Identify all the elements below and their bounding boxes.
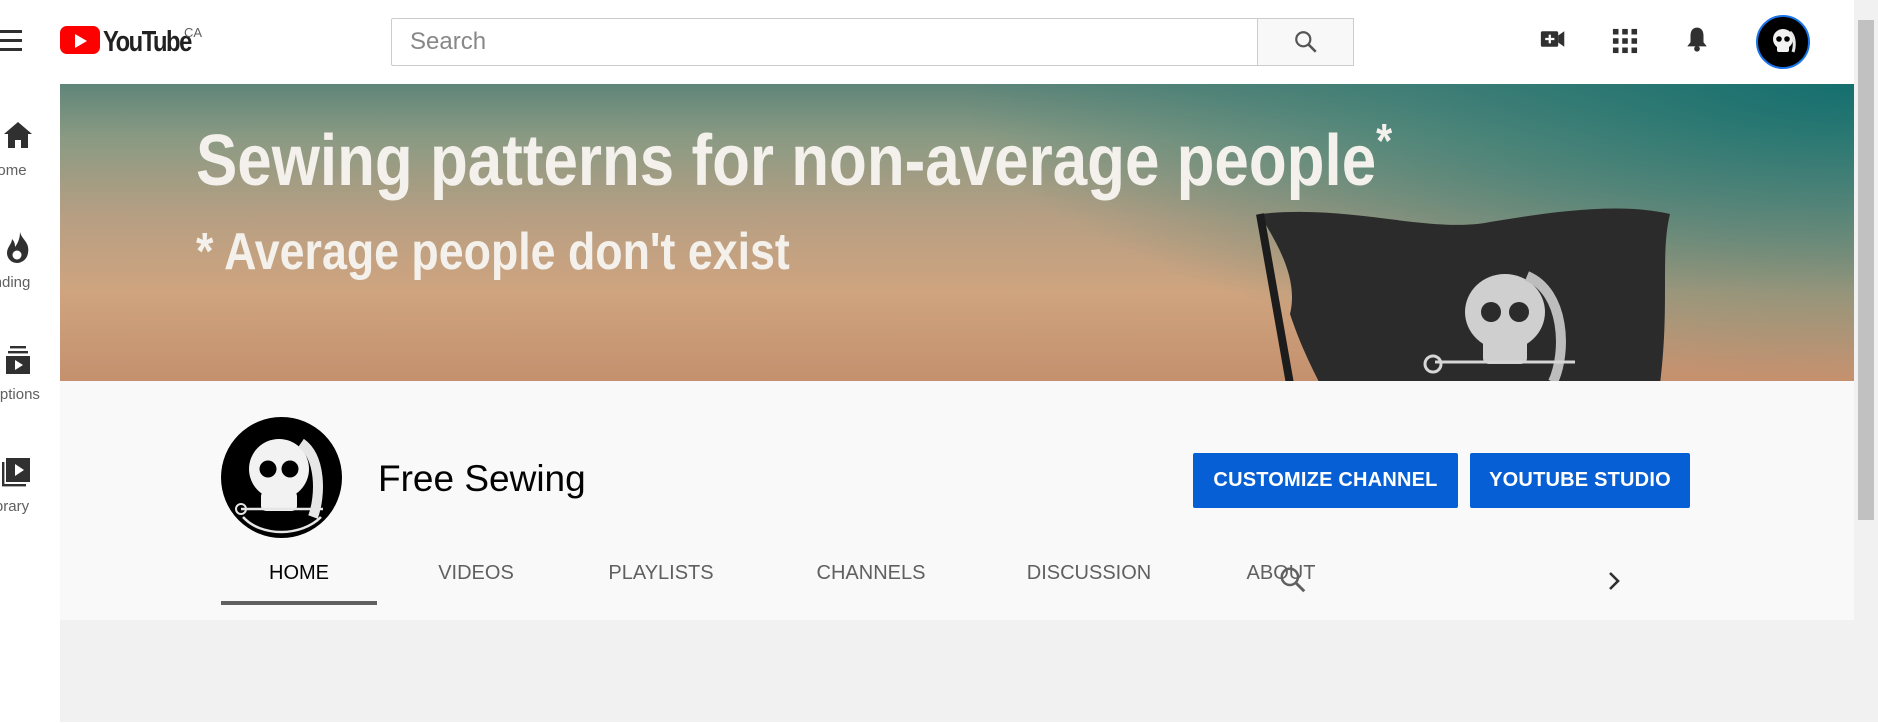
channel-banner: Sewing patterns for non-average people* …	[60, 84, 1854, 381]
scrollbar-thumb[interactable]	[1858, 20, 1874, 520]
search-bar	[391, 18, 1354, 66]
sidebar-item-trending[interactable]: nding	[0, 228, 60, 318]
account-avatar[interactable]	[1756, 15, 1810, 69]
youtube-logo[interactable]: YouTube CA	[60, 25, 210, 58]
skull-icon	[235, 438, 323, 534]
flame-icon	[7, 232, 29, 263]
banner-title: Sewing patterns for non-average people*	[196, 115, 1393, 201]
channel-name: Free Sewing	[378, 458, 586, 499]
chevron-right-icon[interactable]	[1604, 569, 1624, 593]
skull-icon	[1773, 29, 1796, 53]
channel-avatar[interactable]	[221, 417, 342, 538]
subscriptions-icon	[6, 346, 30, 374]
home-icon	[4, 122, 32, 148]
search-icon	[1294, 31, 1317, 53]
sidebar-item-subscriptions[interactable]: criptions	[0, 340, 60, 430]
tab-channels[interactable]: CHANNELS	[789, 541, 953, 601]
country-code: CA	[184, 25, 203, 40]
youtube-play-icon	[60, 26, 100, 54]
sidebar-item-library[interactable]: brary	[0, 452, 60, 542]
sidebar: ome nding criptions brary	[0, 84, 60, 724]
apps-grid-icon[interactable]	[1610, 28, 1640, 54]
logo-text: YouTube	[103, 26, 192, 58]
tab-playlists[interactable]: PLAYLISTS	[581, 541, 741, 601]
sidebar-item-home[interactable]: ome	[0, 116, 60, 206]
banner-subtitle: * Average people don't exist	[196, 223, 790, 281]
tab-videos[interactable]: VIDEOS	[411, 541, 541, 601]
channel-content-area	[60, 620, 1854, 722]
masthead: YouTube CA	[0, 0, 1854, 84]
search-input[interactable]	[391, 18, 1257, 66]
pirate-flag-image	[1256, 208, 1670, 381]
customize-channel-button[interactable]: CUSTOMIZE CHANNEL	[1193, 453, 1458, 508]
channel-header: Free Sewing CUSTOMIZE CHANNEL YOUTUBE ST…	[60, 381, 1854, 620]
page-scrollbar[interactable]	[1854, 0, 1878, 722]
tab-discussion[interactable]: DISCUSSION	[996, 541, 1182, 601]
create-video-icon[interactable]	[1538, 26, 1568, 52]
menu-icon[interactable]	[0, 30, 22, 54]
youtube-studio-button[interactable]: YOUTUBE STUDIO	[1470, 453, 1690, 508]
tab-home[interactable]: HOME	[221, 541, 377, 605]
notifications-bell-icon[interactable]	[1682, 26, 1712, 52]
search-button[interactable]	[1257, 18, 1354, 66]
library-icon	[2, 458, 30, 487]
channel-search-icon[interactable]	[1278, 565, 1308, 595]
